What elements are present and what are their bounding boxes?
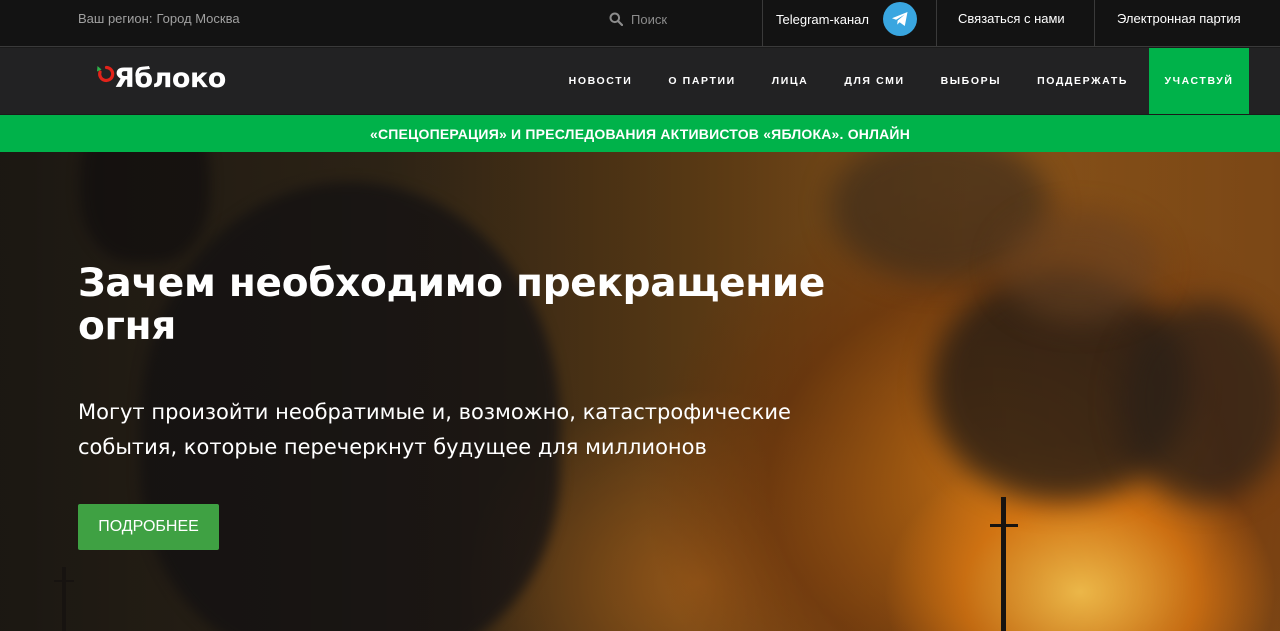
telegram-icon[interactable] — [883, 2, 917, 36]
utility-pole — [990, 524, 1018, 527]
nav-item-press[interactable]: ДЛЯ СМИ — [826, 48, 922, 114]
telegram-channel-link[interactable]: Telegram-канал — [776, 0, 917, 38]
contact-us-link[interactable]: Связаться с нами — [958, 11, 1065, 26]
nav-item-elections[interactable]: ВЫБОРЫ — [923, 48, 1019, 114]
nav-item-support[interactable]: ПОДДЕРЖАТЬ — [1019, 48, 1146, 114]
utility-pole — [62, 567, 66, 631]
site-logo[interactable]: Яблоко — [94, 64, 226, 94]
search-icon[interactable] — [609, 12, 623, 26]
participate-button[interactable]: УЧАСТВУЙ — [1149, 48, 1249, 114]
search-box[interactable] — [609, 7, 749, 31]
apple-ring-icon — [94, 64, 116, 94]
region-name[interactable]: Город Москва — [156, 11, 239, 26]
telegram-channel-label: Telegram-канал — [776, 11, 869, 27]
nav-item-about-party[interactable]: О ПАРТИИ — [650, 48, 753, 114]
logo-text: Яблоко — [114, 63, 226, 94]
hero-title: Зачем необходимо прекращение огня — [78, 261, 826, 349]
hero-subtitle: Могут произойти необратимые и, возможно,… — [78, 400, 791, 459]
nav-item-news[interactable]: НОВОСТИ — [551, 48, 651, 114]
divider — [1094, 0, 1095, 47]
top-utility-bar: Ваш регион:Город Москва Telegram-канал С… — [0, 0, 1280, 47]
e-party-link[interactable]: Электронная партия — [1117, 11, 1241, 26]
region-selector[interactable]: Ваш регион: Город Москва — [78, 11, 240, 26]
divider — [936, 0, 937, 47]
region-label: Ваш регион: — [78, 11, 153, 26]
hero-section: Зачем необходимо прекращение огня Могут … — [0, 152, 1280, 631]
utility-pole — [1001, 497, 1006, 631]
main-navbar: Яблоко НОВОСТИ О ПАРТИИ ЛИЦА ДЛЯ СМИ ВЫБ… — [0, 48, 1280, 114]
nav-item-people[interactable]: ЛИЦА — [754, 48, 827, 114]
utility-pole — [54, 580, 74, 582]
announcement-banner[interactable]: «СПЕЦОПЕРАЦИЯ» И ПРЕСЛЕДОВАНИЯ АКТИВИСТО… — [0, 115, 1280, 152]
read-more-button[interactable]: ПОДРОБНЕЕ — [78, 504, 219, 550]
primary-nav: НОВОСТИ О ПАРТИИ ЛИЦА ДЛЯ СМИ ВЫБОРЫ ПОД… — [551, 48, 1249, 114]
hero-overlay — [0, 152, 1280, 631]
divider — [762, 0, 763, 47]
search-input[interactable] — [631, 11, 741, 27]
